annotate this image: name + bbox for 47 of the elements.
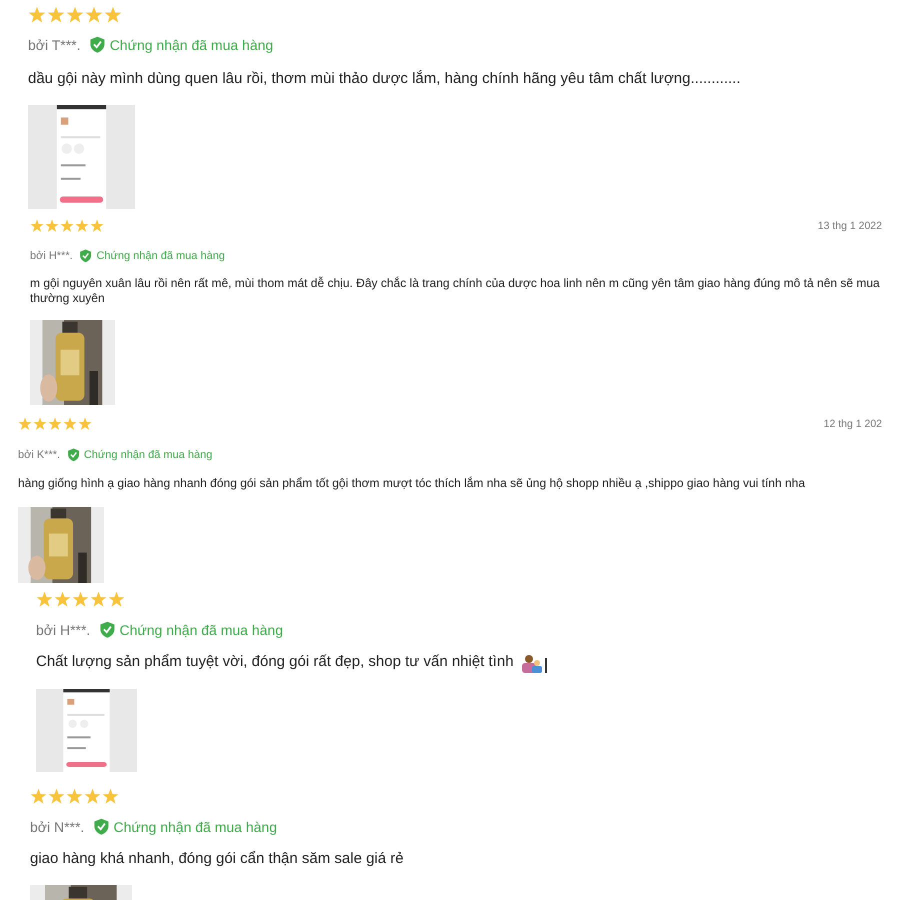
verified-check-icon [79,248,92,264]
star-icon [90,218,104,233]
verified-purchase-label: Chứng nhận đã mua hàng [84,448,212,464]
verified-purchase-label: Chứng nhận đã mua hàng [96,248,225,264]
star-icon [104,6,122,24]
star-icon [75,218,89,233]
review-date: 12 thg 1 202 [824,417,882,432]
star-icon [45,218,59,233]
star-icon [47,6,65,24]
verified-purchase-label: Chứng nhận đã mua hàng [110,36,274,55]
star-icon [60,218,74,233]
star-icon [108,590,125,608]
star-icon [102,788,119,805]
star-icon [66,788,83,805]
review-text: Chất lượng sản phẩm tuyệt vời, đóng gói rất đẹp, shop tư vấn nhiệt tình [36,653,514,672]
star-icon [28,6,46,24]
star-icon [63,417,77,432]
verified-check-icon [66,448,80,463]
star-icon [36,590,53,608]
star-icon [85,6,103,24]
star-icon [78,417,92,432]
star-icon [66,6,84,24]
star-icon [48,788,65,805]
verified-purchase-label: Chứng nhận đã mua hàng [120,620,283,640]
verified-purchase-label: Chứng nhận đã mua hàng [114,818,277,837]
review-date: 13 thg 1 2022 [818,218,882,234]
verified-check-icon [88,36,106,55]
review-text: dầu gội này mình dùng quen lâu rồi, thơm mùi thảo dược lắm, hàng chính hãng yêu tâm chất lượng............ [28,70,740,89]
star-icon [48,417,62,432]
star-icon [54,590,71,608]
star-icon [30,788,47,805]
author-name: bởi K***. [18,448,60,464]
verified-check-icon [98,621,116,640]
author-name: bởi T***. [28,36,80,55]
star-icon [72,590,89,608]
author-name: bởi H***. [36,620,90,640]
verified-check-icon [92,818,110,836]
author-name: bởi H***. [30,248,73,264]
review-text: m gội nguyên xuân lâu rồi nên rất mê, mùi thom mát dễ chịu. Đây chắc là trang chính của dược hoa linh nên m cũng yên tâm giao hàng đúng mô tả nên sẽ mua thường xuyên [30,276,881,306]
author-name: bởi N***. [30,818,84,837]
star-icon [33,417,47,432]
star-icon [18,417,32,432]
review-text: hàng giống hình ạ giao hàng nhanh đóng gói sản phẩm tốt gội thơm mượt tóc thích lắm nha sẽ ủng hộ shopp nhiều ạ ,shippo giao hàng vui tính nha [18,476,806,491]
star-icon [90,590,107,608]
star-icon [84,788,101,805]
review-text: giao hàng khá nhanh, đóng gói cẩn thận săm sale giá rẻ [30,850,404,868]
star-icon [30,218,44,233]
